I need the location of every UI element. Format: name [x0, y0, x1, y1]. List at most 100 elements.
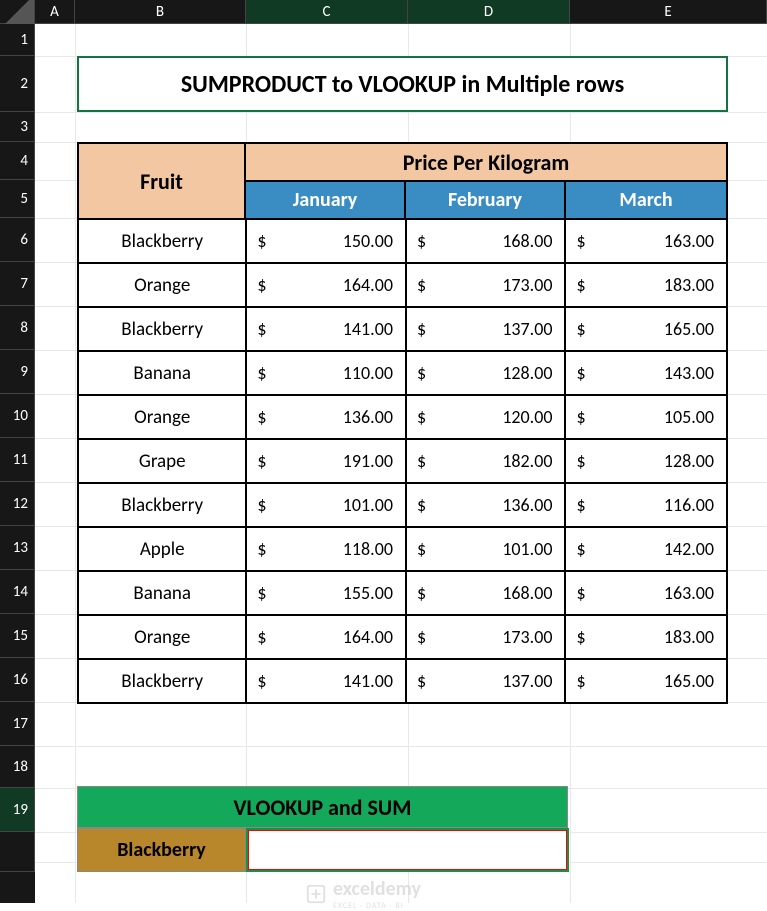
row-12[interactable]: 12 — [0, 482, 35, 526]
row-3[interactable]: 3 — [0, 112, 35, 142]
col-A[interactable]: A — [35, 0, 75, 24]
currency-symbol: $ — [576, 362, 585, 384]
currency-symbol: $ — [257, 362, 266, 384]
price-value: 116.00 — [664, 494, 714, 516]
row-15[interactable]: 15 — [0, 614, 35, 658]
fruit-cell[interactable]: Grape — [78, 439, 246, 483]
row-7[interactable]: 7 — [0, 262, 35, 306]
price-value: 168.00 — [502, 230, 552, 252]
price-cell[interactable]: $173.00 — [406, 615, 566, 659]
price-cell[interactable]: $165.00 — [565, 659, 727, 703]
fruit-cell[interactable]: Orange — [78, 615, 246, 659]
currency-symbol: $ — [576, 450, 585, 472]
price-cell[interactable]: $128.00 — [565, 439, 727, 483]
col-C[interactable]: C — [246, 0, 408, 24]
currency-symbol: $ — [257, 538, 266, 560]
price-cell[interactable]: $142.00 — [565, 527, 727, 571]
fruit-cell[interactable]: Orange — [78, 263, 246, 307]
price-cell[interactable]: $110.00 — [246, 351, 406, 395]
fruit-cell[interactable]: Blackberry — [78, 659, 246, 703]
price-cell[interactable]: $155.00 — [246, 571, 406, 615]
price-value: 142.00 — [664, 538, 714, 560]
table-row: Banana$110.00$128.00$143.00 — [78, 351, 727, 395]
row-19[interactable]: 19 — [0, 788, 35, 832]
row-14[interactable]: 14 — [0, 570, 35, 614]
row-9[interactable]: 9 — [0, 350, 35, 394]
currency-symbol: $ — [257, 626, 266, 648]
fruit-cell[interactable]: Banana — [78, 351, 246, 395]
price-cell[interactable]: $143.00 — [565, 351, 727, 395]
currency-symbol: $ — [417, 670, 426, 692]
select-all-corner[interactable] — [0, 0, 35, 24]
table-row: Orange$136.00$120.00$105.00 — [78, 395, 727, 439]
price-cell[interactable]: $183.00 — [565, 615, 727, 659]
page-title: SUMPRODUCT to VLOOKUP in Multiple rows — [77, 56, 728, 112]
price-value: 165.00 — [664, 670, 714, 692]
price-cell[interactable]: $163.00 — [565, 219, 727, 263]
lookup-label-cell[interactable]: Blackberry — [77, 828, 246, 872]
row-11[interactable]: 11 — [0, 438, 35, 482]
header-month-feb: February — [405, 181, 565, 219]
fruit-cell[interactable]: Blackberry — [78, 219, 246, 263]
price-cell[interactable]: $137.00 — [406, 659, 566, 703]
row-17[interactable]: 17 — [0, 702, 35, 746]
price-cell[interactable]: $136.00 — [406, 483, 566, 527]
price-cell[interactable]: $137.00 — [406, 307, 566, 351]
row-4[interactable]: 4 — [0, 142, 35, 180]
price-cell[interactable]: $183.00 — [565, 263, 727, 307]
price-cell[interactable]: $165.00 — [565, 307, 727, 351]
price-cell[interactable]: $141.00 — [246, 659, 406, 703]
price-value: 105.00 — [664, 406, 714, 428]
currency-symbol: $ — [576, 274, 585, 296]
fruit-cell[interactable]: Banana — [78, 571, 246, 615]
price-cell[interactable]: $141.00 — [246, 307, 406, 351]
price-cell[interactable]: $164.00 — [246, 615, 406, 659]
price-cell[interactable]: $101.00 — [406, 527, 566, 571]
price-cell[interactable]: $191.00 — [246, 439, 406, 483]
price-value: 163.00 — [664, 230, 714, 252]
col-D[interactable]: D — [408, 0, 570, 24]
row-5[interactable]: 5 — [0, 180, 35, 218]
row-13[interactable]: 13 — [0, 526, 35, 570]
price-cell[interactable]: $182.00 — [406, 439, 566, 483]
row-16[interactable]: 16 — [0, 658, 35, 702]
price-cell[interactable]: $150.00 — [246, 219, 406, 263]
price-cell[interactable]: $118.00 — [246, 527, 406, 571]
currency-symbol: $ — [417, 318, 426, 340]
price-cell[interactable]: $168.00 — [406, 219, 566, 263]
table-row: Banana$155.00$168.00$163.00 — [78, 571, 727, 615]
row-6[interactable]: 6 — [0, 218, 35, 262]
price-value: 173.00 — [502, 274, 552, 296]
fruit-cell[interactable]: Blackberry — [78, 307, 246, 351]
grid-area[interactable]: SUMPRODUCT to VLOOKUP in Multiple rows F… — [35, 24, 767, 903]
row-18[interactable]: 18 — [0, 746, 35, 788]
currency-symbol: $ — [417, 450, 426, 472]
fruit-cell[interactable]: Orange — [78, 395, 246, 439]
price-cell[interactable]: $163.00 — [565, 571, 727, 615]
price-cell[interactable]: $105.00 — [565, 395, 727, 439]
fruit-cell[interactable]: Apple — [78, 527, 246, 571]
currency-symbol: $ — [576, 626, 585, 648]
currency-symbol: $ — [576, 538, 585, 560]
row-1[interactable]: 1 — [0, 24, 35, 56]
lookup-result-cell[interactable] — [246, 828, 569, 872]
col-B[interactable]: B — [75, 0, 246, 24]
table-row: Blackberry$101.00$136.00$116.00 — [78, 483, 727, 527]
price-cell[interactable]: $164.00 — [246, 263, 406, 307]
price-value: 128.00 — [664, 450, 714, 472]
row-8[interactable]: 8 — [0, 306, 35, 350]
price-cell[interactable]: $116.00 — [565, 483, 727, 527]
col-E[interactable]: E — [570, 0, 767, 24]
price-cell[interactable]: $173.00 — [406, 263, 566, 307]
price-cell[interactable]: $136.00 — [246, 395, 406, 439]
row-2[interactable]: 2 — [0, 56, 35, 112]
price-cell[interactable]: $120.00 — [406, 395, 566, 439]
price-cell[interactable]: $168.00 — [406, 571, 566, 615]
price-cell[interactable]: $101.00 — [246, 483, 406, 527]
fruit-cell[interactable]: Blackberry — [78, 483, 246, 527]
row-10[interactable]: 10 — [0, 394, 35, 438]
price-value: 155.00 — [343, 582, 393, 604]
currency-symbol: $ — [257, 582, 266, 604]
currency-symbol: $ — [417, 494, 426, 516]
price-cell[interactable]: $128.00 — [406, 351, 566, 395]
